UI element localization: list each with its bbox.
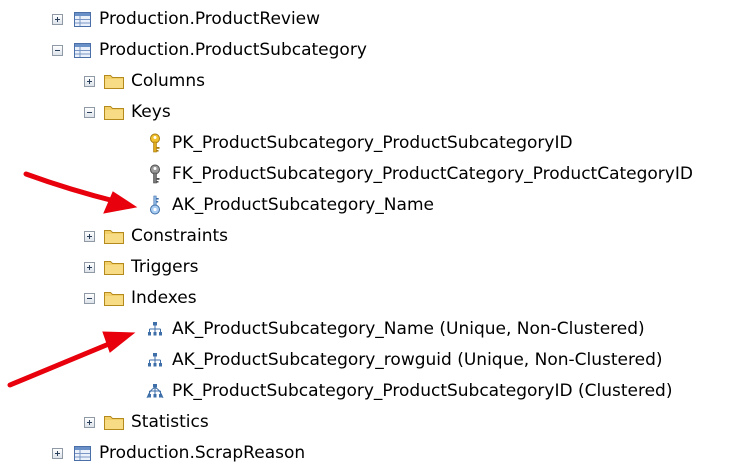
tree-node-label: Statistics	[131, 412, 209, 432]
primary-key-icon	[145, 133, 165, 153]
tree-node-index-ak-name[interactable]: AK_ProductSubcategory_Name (Unique, Non-…	[145, 316, 645, 342]
arrow-to-unique-key	[23, 171, 138, 214]
arrow-to-unique-index	[7, 331, 136, 388]
folder-icon	[104, 412, 124, 432]
tree-node-label: AK_ProductSubcategory_Name	[172, 195, 434, 215]
expand-toggle[interactable]	[52, 447, 63, 459]
expand-toggle[interactable]	[84, 261, 95, 273]
folder-icon	[104, 288, 124, 308]
nonclustered-index-icon	[145, 319, 165, 339]
tree-node-label: Keys	[131, 102, 171, 122]
collapse-toggle[interactable]	[84, 106, 95, 118]
tree-node-folder-columns[interactable]: Columns	[84, 68, 205, 94]
nonclustered-index-icon	[145, 350, 165, 370]
tree-node-folder-keys[interactable]: Keys	[84, 99, 171, 125]
tree-node-label: FK_ProductSubcategory_ProductCategory_Pr…	[172, 164, 693, 184]
clustered-index-icon	[145, 381, 165, 401]
tree-node-label: PK_ProductSubcategory_ProductSubcategory…	[172, 381, 673, 401]
tree-node-table-productreview[interactable]: Production.ProductReview	[52, 6, 320, 32]
tree-node-foreign-key[interactable]: FK_ProductSubcategory_ProductCategory_Pr…	[145, 161, 693, 187]
tree-node-index-pk-clustered[interactable]: PK_ProductSubcategory_ProductSubcategory…	[145, 378, 672, 404]
tree-node-primary-key[interactable]: PK_ProductSubcategory_ProductSubcategory…	[145, 130, 573, 156]
table-icon	[72, 9, 92, 29]
tree-node-index-ak-rowguid[interactable]: AK_ProductSubcategory_rowguid (Unique, N…	[145, 347, 663, 373]
tree-node-label: Production.ProductReview	[99, 9, 321, 29]
tree-node-label: Indexes	[131, 288, 197, 308]
collapse-toggle[interactable]	[52, 44, 63, 56]
tree-node-unique-key[interactable]: AK_ProductSubcategory_Name	[145, 192, 434, 218]
tree-node-label: PK_ProductSubcategory_ProductSubcategory…	[172, 133, 573, 153]
table-icon	[72, 40, 92, 60]
expand-toggle[interactable]	[52, 13, 63, 25]
folder-icon	[104, 71, 124, 91]
table-icon	[72, 443, 92, 463]
expand-toggle[interactable]	[84, 230, 95, 242]
folder-icon	[104, 102, 124, 122]
expand-toggle[interactable]	[84, 75, 95, 87]
folder-icon	[104, 226, 124, 246]
unique-key-icon	[145, 195, 165, 215]
tree-node-folder-triggers[interactable]: Triggers	[84, 254, 199, 280]
tree-node-label: Triggers	[131, 257, 199, 277]
tree-node-table-productsubcategory[interactable]: Production.ProductSubcategory	[52, 37, 367, 63]
tree-node-folder-constraints[interactable]: Constraints	[84, 223, 228, 249]
tree-node-label: Columns	[131, 71, 205, 91]
tree-node-label: AK_ProductSubcategory_Name (Unique, Non-…	[172, 319, 645, 339]
folder-icon	[104, 257, 124, 277]
tree-node-label: AK_ProductSubcategory_rowguid (Unique, N…	[172, 350, 663, 370]
tree-node-folder-statistics[interactable]: Statistics	[84, 409, 209, 435]
foreign-key-icon	[145, 164, 165, 184]
tree-node-label: Constraints	[131, 226, 228, 246]
collapse-toggle[interactable]	[84, 292, 95, 304]
tree-node-table-scrapreason[interactable]: Production.ScrapReason	[52, 440, 305, 466]
tree-node-label: Production.ProductSubcategory	[99, 40, 367, 60]
tree-node-folder-indexes[interactable]: Indexes	[84, 285, 197, 311]
expand-toggle[interactable]	[84, 416, 95, 428]
